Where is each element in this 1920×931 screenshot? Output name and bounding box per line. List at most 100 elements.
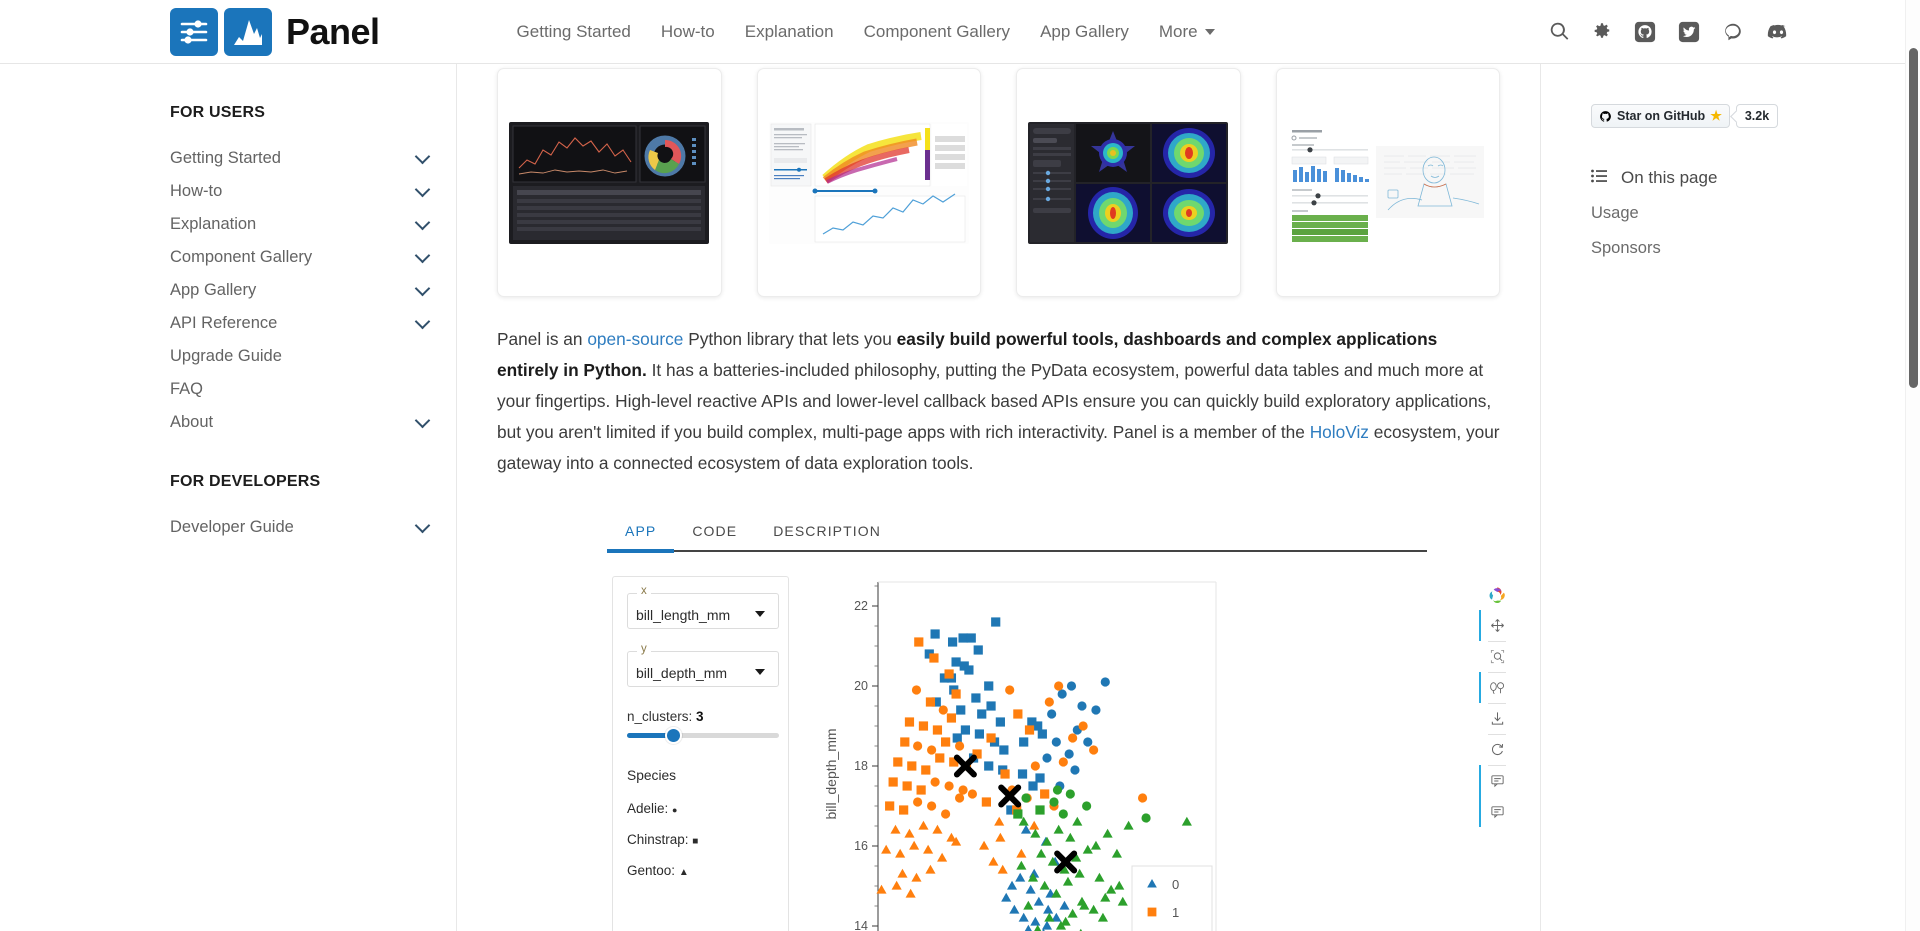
box-zoom-tool-icon[interactable]	[1482, 641, 1512, 672]
brand-logo[interactable]: Panel	[170, 7, 380, 56]
lasso-select-tool-icon[interactable]	[1479, 672, 1512, 703]
star-icon: ★	[1710, 108, 1722, 123]
twitter-icon[interactable]	[1678, 21, 1700, 43]
svg-text:14: 14	[854, 919, 868, 931]
on-this-page-label: On this page	[1621, 168, 1718, 187]
github-star-badge[interactable]: Star on GitHub ★ 3.2k	[1591, 104, 1779, 128]
nav-link-component-gallery[interactable]: Component Gallery	[864, 22, 1010, 42]
app-panel: x bill_length_mm y bill_depth_mm n_clust…	[607, 576, 1506, 931]
pan-tool-icon[interactable]	[1479, 610, 1512, 641]
sidebar-item-component-gallery[interactable]: Component Gallery	[170, 241, 446, 274]
slider-handle[interactable]	[665, 727, 682, 744]
thumb-video-stream[interactable]	[1275, 68, 1500, 297]
y-select-label: y	[637, 643, 651, 655]
nav-link-more-label[interactable]: More	[1159, 22, 1198, 42]
triangle-marker-icon: ▲	[678, 867, 689, 878]
chevron-down-icon[interactable]	[755, 669, 765, 675]
brand-name: Panel	[286, 10, 380, 52]
list-icon	[1591, 168, 1607, 188]
y-select-value: bill_depth_mm	[636, 665, 728, 681]
discourse-icon[interactable]	[1722, 21, 1744, 43]
discord-icon[interactable]	[1766, 20, 1790, 44]
hover-tool-icon-2[interactable]	[1479, 796, 1512, 827]
reset-tool-icon[interactable]	[1482, 734, 1512, 765]
x-select-label: x	[637, 585, 651, 597]
sidebar-item-how-to[interactable]: How-to	[170, 175, 446, 208]
sidebar-item-about[interactable]: About	[170, 406, 446, 439]
x-select-value: bill_length_mm	[636, 607, 731, 623]
tab-app[interactable]: APP	[607, 517, 675, 553]
chevron-down-icon[interactable]	[755, 611, 765, 617]
svg-text:0: 0	[1172, 877, 1179, 892]
sidebar-item-developer-guide[interactable]: Developer Guide	[170, 511, 446, 544]
gallery-thumbnails	[497, 68, 1500, 297]
svg-text:20: 20	[854, 679, 868, 693]
save-tool-icon[interactable]	[1482, 703, 1512, 734]
chevron-down-icon[interactable]	[414, 412, 431, 428]
nav-link-getting-started[interactable]: Getting Started	[517, 22, 631, 42]
gear-icon[interactable]	[1592, 22, 1612, 42]
sidebar-item-app-gallery[interactable]: App Gallery	[170, 274, 446, 307]
sidebar-item-label: FAQ	[170, 380, 204, 398]
sidebar-item-label: App Gallery	[170, 281, 257, 299]
sidebar-item-label: About	[170, 413, 214, 431]
thumb-portfolio-dashboard[interactable]	[497, 68, 722, 297]
lead-text-1: Panel is an	[497, 329, 588, 349]
hover-tool-icon[interactable]	[1479, 765, 1512, 796]
svg-text:18: 18	[854, 759, 868, 773]
github-icon[interactable]	[1634, 21, 1656, 43]
star-on-github-button[interactable]: Star on GitHub ★	[1591, 104, 1730, 128]
sidebar-item-label: Getting Started	[170, 149, 281, 167]
app-tabs-section: APP CODE DESCRIPTION x bill_length_mm y …	[607, 517, 1506, 931]
chevron-down-icon[interactable]	[414, 313, 431, 329]
widget-box: x bill_length_mm y bill_depth_mm n_clust…	[612, 576, 789, 931]
toc-link-sponsors[interactable]: Sponsors	[1591, 239, 1920, 258]
chevron-down-icon[interactable]	[414, 517, 431, 533]
scrollbar-thumb[interactable]	[1909, 48, 1918, 388]
nav-link-more[interactable]: More	[1159, 22, 1215, 42]
right-panel: Star on GitHub ★ 3.2k On this page Usage…	[1540, 64, 1920, 931]
species-label: Adelie:	[627, 801, 669, 816]
thumb-image	[1028, 121, 1229, 244]
thumb-portfolio-optimizer[interactable]	[756, 68, 981, 297]
sidebar-item-explanation[interactable]: Explanation	[170, 208, 446, 241]
sidebar-item-getting-started[interactable]: Getting Started	[170, 142, 446, 175]
nav-link-app-gallery[interactable]: App Gallery	[1040, 22, 1129, 42]
nav-link-how-to[interactable]: How-to	[661, 22, 715, 42]
sidebar-item-label: Component Gallery	[170, 248, 313, 266]
x-select-wrapper: x bill_length_mm	[627, 585, 779, 629]
thumb-image	[509, 121, 710, 244]
sidebar-item-label: How-to	[170, 182, 223, 200]
panel-chart-icon	[224, 7, 272, 56]
sidebar-item-upgrade-guide[interactable]: Upgrade Guide	[170, 340, 446, 373]
tab-description[interactable]: DESCRIPTION	[755, 517, 899, 550]
open-source-link[interactable]: open-source	[587, 329, 683, 349]
sidebar-item-label: Developer Guide	[170, 518, 294, 536]
chevron-down-icon[interactable]	[414, 214, 431, 230]
bokeh-logo-icon[interactable]	[1482, 579, 1512, 610]
y-select-wrapper: y bill_depth_mm	[627, 643, 779, 687]
tab-code[interactable]: CODE	[674, 517, 755, 550]
panel-sliders-icon	[170, 7, 218, 56]
search-icon[interactable]	[1549, 21, 1570, 42]
toc-link-usage[interactable]: Usage	[1591, 204, 1920, 223]
n-clusters-slider[interactable]	[627, 727, 779, 744]
chevron-down-icon[interactable]	[414, 148, 431, 164]
sidebar-item-label: API Reference	[170, 314, 278, 332]
chevron-down-icon[interactable]	[414, 280, 431, 296]
page-scrollbar[interactable]	[1905, 0, 1920, 931]
bokeh-toolbar	[1479, 579, 1512, 827]
chevron-down-icon[interactable]	[414, 181, 431, 197]
sidebar-item-faq[interactable]: FAQ	[170, 373, 446, 406]
scatter-plot-container[interactable]: 1416182022bill_depth_mm012	[816, 576, 1506, 931]
github-star-count[interactable]: 3.2k	[1735, 104, 1779, 128]
nav-link-explanation[interactable]: Explanation	[745, 22, 834, 42]
chevron-down-icon[interactable]	[414, 247, 431, 263]
top-navbar: Panel Getting Started How-to Explanation…	[0, 0, 1920, 64]
github-icon	[1600, 110, 1611, 122]
species-label: Gentoo:	[627, 863, 676, 878]
sidebar-item-api-reference[interactable]: API Reference	[170, 307, 446, 340]
scatter-plot[interactable]: 1416182022bill_depth_mm012	[816, 576, 1476, 931]
thumb-brain-imaging[interactable]	[1016, 68, 1241, 297]
holoviz-link[interactable]: HoloViz	[1310, 422, 1369, 442]
